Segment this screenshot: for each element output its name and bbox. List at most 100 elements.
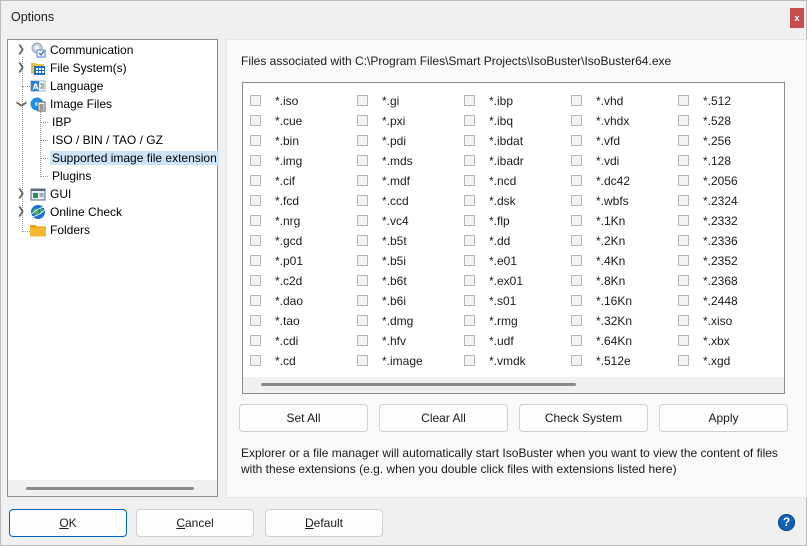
extension-checkbox-item[interactable]: *.cdi	[250, 331, 350, 351]
checkbox[interactable]	[250, 255, 261, 266]
extension-checkbox-item[interactable]: *.ccd	[357, 191, 457, 211]
tree-item-folders[interactable]: Folders	[30, 221, 92, 239]
expand-chevron-icon[interactable]: ❯	[16, 41, 26, 59]
extension-checkbox-item[interactable]: *.xbx	[678, 331, 778, 351]
checkbox[interactable]	[357, 215, 368, 226]
checkbox[interactable]	[464, 155, 475, 166]
checkbox[interactable]	[678, 335, 689, 346]
extension-checkbox-item[interactable]: *.b5t	[357, 231, 457, 251]
extension-checkbox-item[interactable]: *.b6i	[357, 291, 457, 311]
close-button[interactable]: x	[790, 8, 804, 28]
checkbox[interactable]	[250, 195, 261, 206]
tree-item-online-check[interactable]: Online Check	[30, 203, 124, 221]
extension-checkbox-item[interactable]: *.wbfs	[571, 191, 671, 211]
set-all-button[interactable]: Set All	[239, 404, 368, 432]
checkbox[interactable]	[250, 215, 261, 226]
extension-checkbox-item[interactable]: *.2324	[678, 191, 778, 211]
checkbox[interactable]	[571, 295, 582, 306]
help-icon[interactable]: ?	[778, 514, 795, 531]
checkbox[interactable]	[464, 95, 475, 106]
expand-chevron-icon[interactable]: ❯	[16, 185, 26, 203]
checkbox[interactable]	[464, 295, 475, 306]
extension-checkbox-item[interactable]: *.gcd	[250, 231, 350, 251]
checkbox[interactable]	[250, 135, 261, 146]
extension-checkbox-item[interactable]: *.cd	[250, 351, 350, 371]
extension-checkbox-item[interactable]: *.2368	[678, 271, 778, 291]
checkbox[interactable]	[250, 115, 261, 126]
checkbox[interactable]	[357, 315, 368, 326]
extension-checkbox-item[interactable]: *.pdi	[357, 131, 457, 151]
checkbox[interactable]	[678, 235, 689, 246]
checkbox[interactable]	[571, 315, 582, 326]
checkbox[interactable]	[571, 155, 582, 166]
checkbox[interactable]	[464, 355, 475, 366]
checkbox[interactable]	[678, 355, 689, 366]
tree-item-gui[interactable]: GUI	[30, 185, 73, 203]
extension-checkbox-item[interactable]: *.4Kn	[571, 251, 671, 271]
checkbox[interactable]	[571, 115, 582, 126]
checkbox[interactable]	[678, 195, 689, 206]
extension-checkbox-item[interactable]: *.vdi	[571, 151, 671, 171]
extension-checkbox-item[interactable]: *.cue	[250, 111, 350, 131]
extension-checkbox-item[interactable]: *.528	[678, 111, 778, 131]
extension-checklist[interactable]: *.iso *.cue *.bin *.img *.cif *.fcd *.nrg *.gcd…	[242, 82, 785, 394]
extension-checkbox-item[interactable]: *.ibdat	[464, 131, 564, 151]
extension-checkbox-item[interactable]: *.dc42	[571, 171, 671, 191]
extension-checkbox-item[interactable]: *.1Kn	[571, 211, 671, 231]
checkbox[interactable]	[250, 295, 261, 306]
checkbox[interactable]	[464, 335, 475, 346]
tree-item-file-systems[interactable]: File System(s)	[30, 59, 129, 77]
checkbox[interactable]	[357, 95, 368, 106]
checkbox[interactable]	[250, 275, 261, 286]
options-tree[interactable]: ❯ Communication ❯ File System(s) A Langu…	[7, 39, 219, 497]
checkbox[interactable]	[464, 255, 475, 266]
checkbox[interactable]	[464, 235, 475, 246]
extension-checkbox-item[interactable]: *.ibadr	[464, 151, 564, 171]
checkbox[interactable]	[571, 135, 582, 146]
checkbox[interactable]	[464, 195, 475, 206]
extension-checkbox-item[interactable]: *.vfd	[571, 131, 671, 151]
extension-checkbox-item[interactable]: *.hfv	[357, 331, 457, 351]
checkbox[interactable]	[464, 215, 475, 226]
extension-checkbox-item[interactable]: *.vmdk	[464, 351, 564, 371]
collapse-chevron-icon[interactable]: ❯	[12, 99, 30, 109]
extension-checkbox-item[interactable]: *.ncd	[464, 171, 564, 191]
extension-checkbox-item[interactable]: *.ibq	[464, 111, 564, 131]
extension-checkbox-item[interactable]: *.fcd	[250, 191, 350, 211]
checkbox[interactable]	[250, 95, 261, 106]
extension-checkbox-item[interactable]: *.8Kn	[571, 271, 671, 291]
ok-button[interactable]: OK	[9, 509, 127, 537]
tree-item-iso-bin-tao-gz[interactable]: ISO / BIN / TAO / GZ	[50, 131, 165, 149]
checkbox[interactable]	[464, 315, 475, 326]
checkbox[interactable]	[357, 135, 368, 146]
extension-checkbox-item[interactable]: *.img	[250, 151, 350, 171]
checkbox[interactable]	[678, 115, 689, 126]
extension-checkbox-item[interactable]: *.vhdx	[571, 111, 671, 131]
scrollbar-thumb[interactable]	[26, 487, 194, 490]
checkbox[interactable]	[678, 155, 689, 166]
extension-checkbox-item[interactable]: *.tao	[250, 311, 350, 331]
extension-checkbox-item[interactable]: *.iso	[250, 91, 350, 111]
checkbox[interactable]	[571, 275, 582, 286]
extension-list-horizontal-scrollbar[interactable]	[243, 377, 784, 393]
checkbox[interactable]	[357, 275, 368, 286]
extension-checkbox-item[interactable]: *.xgd	[678, 351, 778, 371]
extension-checkbox-item[interactable]: *.2056	[678, 171, 778, 191]
checkbox[interactable]	[571, 355, 582, 366]
cancel-button[interactable]: Cancel	[136, 509, 254, 537]
checkbox[interactable]	[357, 155, 368, 166]
checkbox[interactable]	[357, 295, 368, 306]
extension-checkbox-item[interactable]: *.s01	[464, 291, 564, 311]
checkbox[interactable]	[464, 275, 475, 286]
checkbox[interactable]	[678, 255, 689, 266]
tree-item-plugins[interactable]: Plugins	[50, 167, 93, 185]
extension-checkbox-item[interactable]: *.bin	[250, 131, 350, 151]
expand-chevron-icon[interactable]: ❯	[16, 59, 26, 77]
checkbox[interactable]	[357, 235, 368, 246]
checkbox[interactable]	[464, 115, 475, 126]
extension-checkbox-item[interactable]: *.flp	[464, 211, 564, 231]
checkbox[interactable]	[464, 135, 475, 146]
extension-checkbox-item[interactable]: *.xiso	[678, 311, 778, 331]
checkbox[interactable]	[678, 295, 689, 306]
expand-chevron-icon[interactable]: ❯	[16, 203, 26, 221]
